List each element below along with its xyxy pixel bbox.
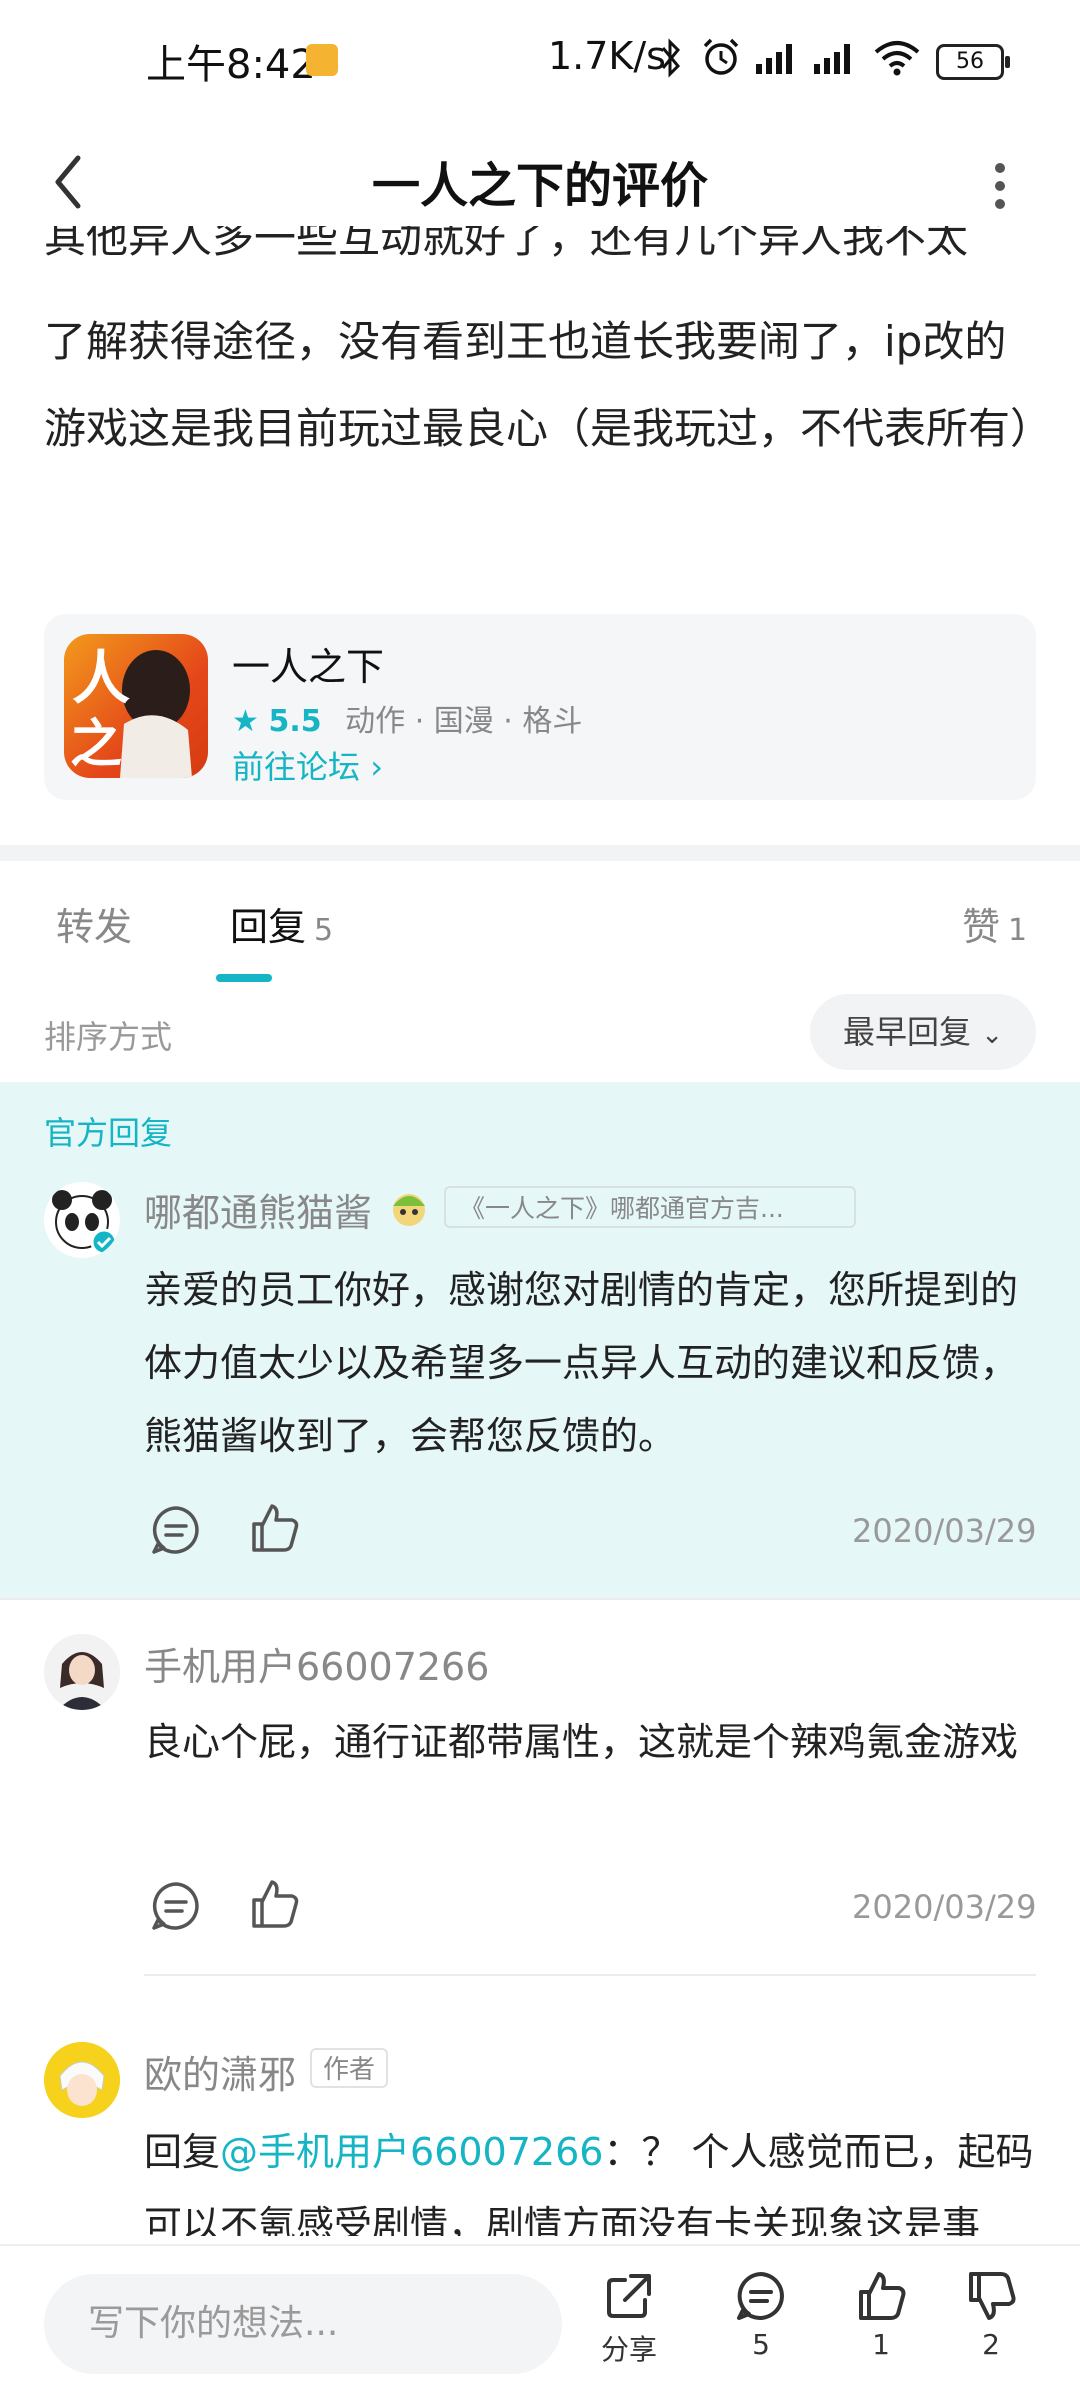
review-clipped-line: 其他异人多一些互动就好了，还有几个异人我不太	[44, 226, 969, 262]
divider	[144, 1974, 1036, 1976]
tab-reply[interactable]: 回复 5	[230, 896, 333, 951]
bottom-action-bar: 写下你的想法... 分享 5 1 2	[0, 2244, 1080, 2402]
game-rating: 5.5	[268, 704, 322, 739]
dislike-button[interactable]: 2	[936, 2268, 1046, 2361]
mention-link[interactable]: @手机用户66007266	[220, 2130, 603, 2174]
svg-text:之: 之	[70, 715, 122, 775]
review-text: 了解获得途径，没有看到王也道长我要闹了，ip改的游戏这是我目前玩过最良心（是我玩…	[44, 317, 1053, 453]
comment-count-button[interactable]: 5	[706, 2268, 816, 2361]
active-tab-indicator	[216, 974, 272, 982]
forum-link-label: 前往论坛	[232, 748, 361, 786]
tab-like-label: 赞	[962, 905, 1001, 949]
section-divider	[0, 845, 1080, 861]
chevron-down-icon: ⌄	[981, 1020, 1003, 1050]
reply-prefix: 回复	[144, 2130, 221, 2174]
network-speed: 1.7K/s	[548, 34, 666, 78]
bluetooth-icon	[661, 38, 681, 78]
wifi-icon	[874, 41, 920, 76]
comment-icon[interactable]	[148, 1878, 204, 1934]
game-meta: ★ 5.5 动作 · 国漫 · 格斗	[232, 696, 582, 740]
tab-reply-label: 回复	[230, 905, 307, 949]
avatar[interactable]	[44, 2042, 120, 2118]
tab-forward[interactable]: 转发	[56, 896, 132, 951]
sort-dropdown[interactable]: 最早回复 ⌄	[810, 994, 1036, 1070]
official-badge-icon	[393, 1194, 425, 1226]
comment-username[interactable]: 欧的潇邪	[144, 2044, 296, 2099]
avatar[interactable]	[44, 1182, 120, 1258]
svg-text:人: 人	[72, 644, 130, 712]
tab-reply-count: 5	[314, 913, 334, 948]
star-icon: ★	[232, 704, 259, 739]
status-bar: 上午8:42 1.7K/s 56	[0, 0, 1080, 120]
avatar[interactable]	[44, 1634, 120, 1710]
alarm-icon	[703, 38, 739, 75]
comment-text: 良心个屁，通行证都带属性，这就是个辣鸡氪金游戏	[144, 1720, 1019, 1764]
official-tag: 《一人之下》哪都通官方吉...	[444, 1186, 856, 1228]
more-options-icon[interactable]	[980, 146, 1020, 226]
sort-label: 排序方式	[44, 1018, 173, 1056]
game-icon: 人 之	[64, 634, 208, 778]
game-tags: 动作 · 国漫 · 格斗	[345, 704, 583, 739]
tab-like-count: 1	[1008, 913, 1028, 948]
author-badge: 作者	[310, 2048, 388, 2088]
dislike-count: 2	[982, 2328, 1000, 2361]
official-username[interactable]: 哪都通熊猫酱	[144, 1182, 372, 1237]
like-button[interactable]: 1	[826, 2268, 936, 2361]
thumbs-down-icon	[969, 2272, 1016, 2320]
comment-icon	[737, 2272, 784, 2320]
page-title: 一人之下的评价	[371, 158, 708, 214]
thumbs-up-icon[interactable]	[246, 1500, 302, 1556]
share-button[interactable]: 分享	[574, 2268, 684, 2368]
signal-icon-1	[756, 44, 792, 74]
sort-value: 最早回复	[843, 1013, 972, 1051]
official-reply-label: 官方回复	[44, 1114, 173, 1152]
notification-icon	[306, 44, 338, 76]
divider	[0, 1598, 1080, 1600]
comment-count: 5	[752, 2328, 770, 2361]
chevron-right-icon: ›	[370, 748, 383, 786]
comment-icon[interactable]	[148, 1502, 204, 1558]
review-clipped-line-container: 其他异人多一些互动就好了，还有几个异人我不太	[0, 226, 1080, 272]
thumbs-up-icon[interactable]	[246, 1876, 302, 1932]
battery-indicator: 56	[936, 44, 1010, 80]
comment-username[interactable]: 手机用户66007266	[144, 1636, 489, 1691]
like-count: 1	[872, 2328, 890, 2361]
official-reply-date: 2020/03/29	[852, 1512, 1037, 1550]
thumbs-up-icon	[859, 2272, 906, 2320]
share-icon	[607, 2274, 651, 2318]
comment-date: 2020/03/29	[852, 1888, 1037, 1926]
tab-like[interactable]: 赞1	[962, 896, 1027, 951]
comment-input[interactable]: 写下你的想法...	[44, 2274, 562, 2374]
comment-text: 回复@手机用户66007266：？ 个人感觉而已，起码可以不氪感受剧情，剧情方面…	[144, 2116, 1044, 2236]
official-reply-text: 亲爱的员工你好，感谢您对剧情的肯定，您所提到的体力值太少以及希望多一点异人互动的…	[144, 1268, 1019, 1458]
forum-link[interactable]: 前往论坛 ›	[232, 742, 383, 788]
game-name: 一人之下	[232, 645, 385, 689]
signal-icon-2	[814, 44, 850, 74]
status-time: 上午8:42	[146, 42, 316, 88]
share-label: 分享	[600, 2333, 657, 2366]
game-card[interactable]: 人 之 一人之下 ★ 5.5 动作 · 国漫 · 格斗 前往论坛 ›	[44, 614, 1036, 800]
